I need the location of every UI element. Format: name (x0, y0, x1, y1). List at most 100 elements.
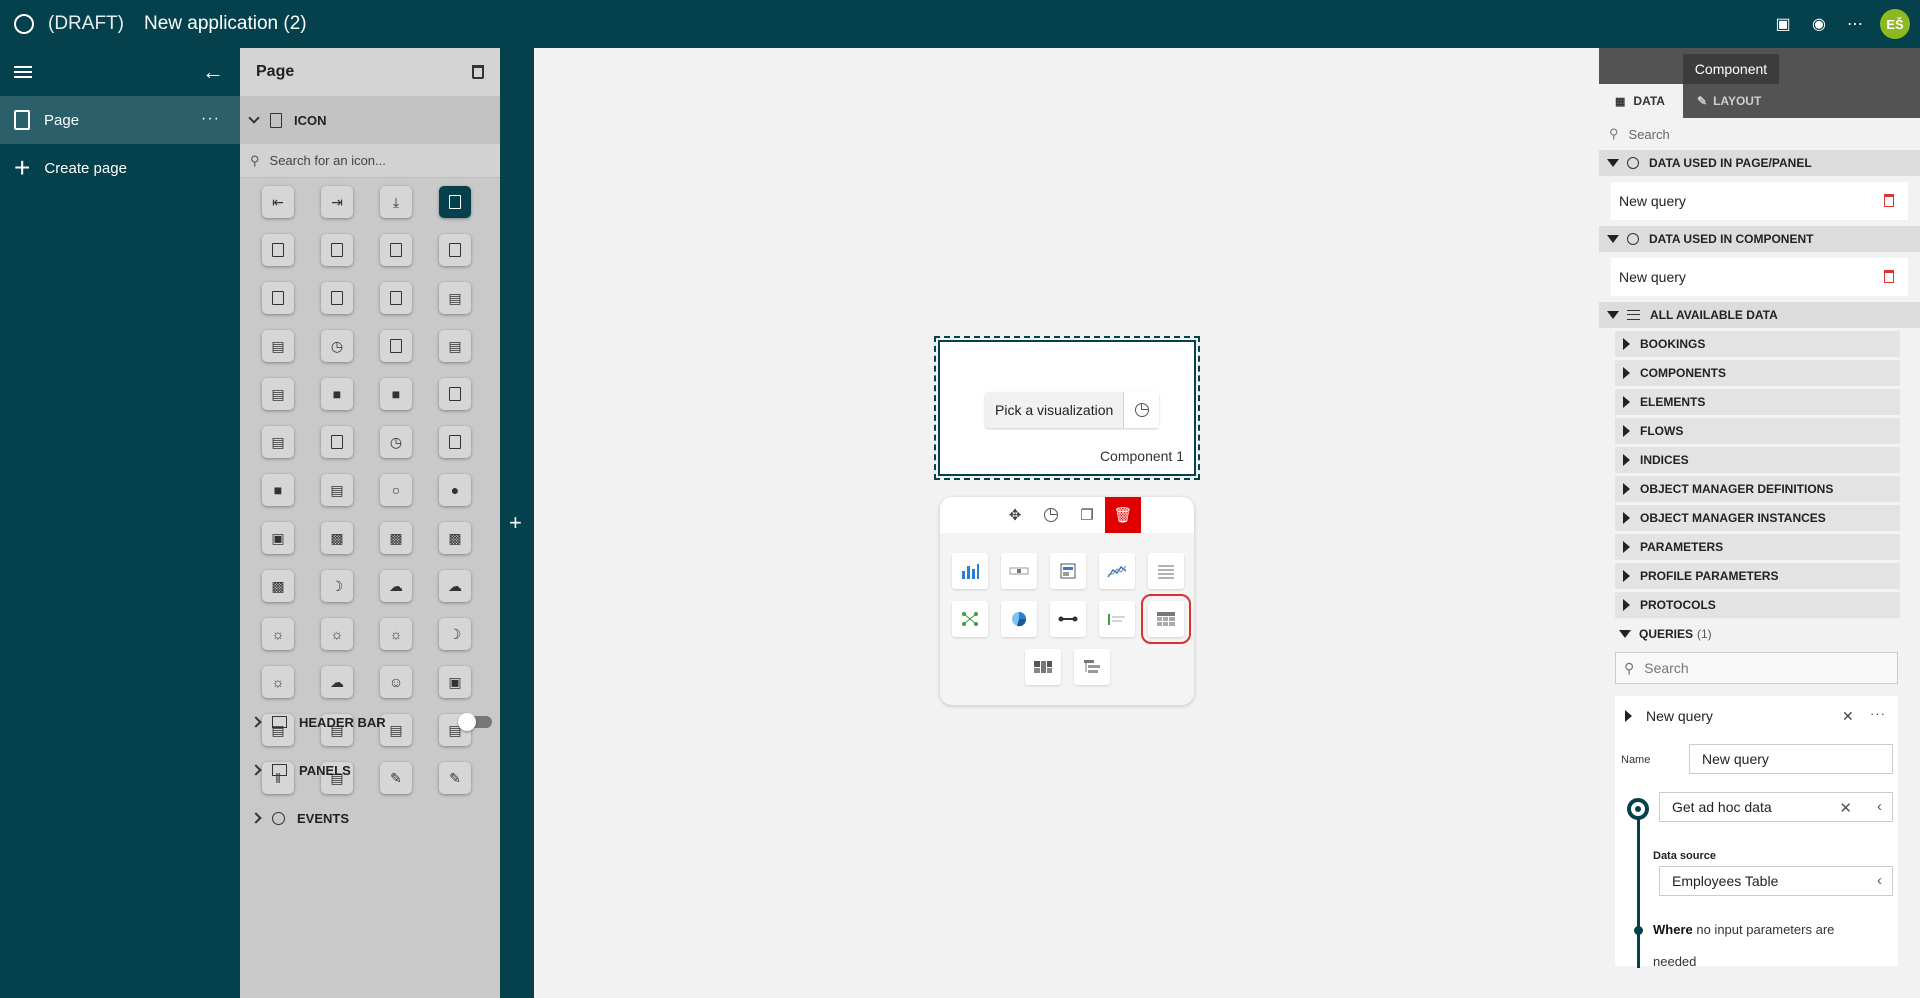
chevron-left-icon[interactable]: ‹ (1877, 798, 1882, 815)
icon-option[interactable]: ☼ (380, 618, 412, 650)
icon-option[interactable] (439, 186, 471, 218)
icon-option[interactable]: ■ (380, 378, 412, 410)
icon-option[interactable]: ☁ (380, 570, 412, 602)
icon-option[interactable]: ▣ (262, 522, 294, 554)
icon-option[interactable]: ▤ (262, 378, 294, 410)
query-more-icon[interactable]: ··· (1870, 706, 1886, 721)
create-page-button[interactable]: + Create page (0, 144, 240, 192)
icon-option[interactable]: ☁ (321, 666, 353, 698)
node-edge-viz-icon[interactable] (952, 601, 988, 637)
icon-option[interactable] (321, 282, 353, 314)
icon-option[interactable]: ☽ (439, 618, 471, 650)
icon-option[interactable]: ▩ (439, 522, 471, 554)
data-category-item[interactable]: FLOWS (1615, 418, 1900, 444)
delete-component-icon[interactable]: 🗑 (1105, 497, 1141, 533)
icon-option[interactable] (439, 378, 471, 410)
bar-chart-viz-icon[interactable] (952, 553, 988, 589)
icon-search-input[interactable]: ⚲ Search for an icon... (240, 144, 500, 178)
icon-option[interactable] (439, 426, 471, 458)
delete-query-icon[interactable] (1884, 194, 1894, 207)
icon-option[interactable]: ◷ (321, 330, 353, 362)
icon-option[interactable]: ⤓ (380, 186, 412, 218)
list-viz-icon[interactable] (1148, 553, 1184, 589)
data-category-item[interactable]: INDICES (1615, 447, 1900, 473)
icon-option[interactable] (439, 234, 471, 266)
publish-icon[interactable]: ▣ (1772, 13, 1794, 35)
tree-viz-icon[interactable] (1074, 649, 1110, 685)
app-icon[interactable] (14, 14, 34, 34)
icon-option[interactable]: ■ (321, 378, 353, 410)
icon-option[interactable]: ☼ (262, 618, 294, 650)
section-data-used-in-page[interactable]: DATA USED IN PAGE/PANEL (1599, 150, 1920, 176)
icon-option[interactable]: ☼ (262, 666, 294, 698)
query-name-input[interactable]: New query (1689, 744, 1893, 774)
line-connector-viz-icon[interactable] (1050, 601, 1086, 637)
icon-option[interactable]: ▤ (439, 330, 471, 362)
data-category-item[interactable]: PARAMETERS (1615, 534, 1900, 560)
icon-option[interactable] (321, 426, 353, 458)
icon-section-header[interactable]: ICON (240, 96, 500, 144)
events-section[interactable]: EVENTS (240, 794, 500, 842)
unpin-icon[interactable]: ✕ (1842, 708, 1860, 724)
icon-option[interactable] (380, 330, 412, 362)
icon-option[interactable]: ▩ (380, 522, 412, 554)
queries-search-input[interactable]: ⚲ Search (1615, 652, 1898, 684)
duplicate-icon[interactable]: ❐ (1069, 497, 1105, 533)
icon-option[interactable]: ▤ (439, 282, 471, 314)
data-category-item[interactable]: ELEMENTS (1615, 389, 1900, 415)
delete-query-icon[interactable] (1884, 270, 1894, 283)
header-bar-toggle[interactable] (458, 713, 492, 731)
icon-option[interactable] (380, 234, 412, 266)
icon-option[interactable]: ☽ (321, 570, 353, 602)
hamburger-menu-icon[interactable] (14, 66, 32, 78)
more-options-icon[interactable]: ⋯ (1844, 13, 1866, 35)
page-query-item[interactable]: New query (1611, 182, 1908, 220)
section-all-available-data[interactable]: ALL AVAILABLE DATA (1599, 302, 1920, 328)
panels-section[interactable]: PANELS (240, 746, 500, 794)
tab-data[interactable]: ▦ DATA (1599, 84, 1683, 118)
queries-section-header[interactable]: QUERIES (1) (1599, 622, 1920, 646)
icon-option[interactable]: ⇥ (321, 186, 353, 218)
preview-icon[interactable]: ◉ (1808, 13, 1830, 35)
tab-layout[interactable]: ✎ LAYOUT (1683, 84, 1779, 118)
chevron-left-icon[interactable]: ‹ (1877, 872, 1882, 889)
icon-option[interactable]: ◷ (380, 426, 412, 458)
nav-item-page[interactable]: Page ··· (0, 96, 240, 144)
page-more-icon[interactable]: ··· (201, 110, 220, 128)
icon-option[interactable]: ⇤ (262, 186, 294, 218)
data-category-item[interactable]: BOOKINGS (1615, 331, 1900, 357)
icon-option[interactable]: ▤ (321, 474, 353, 506)
icon-option[interactable]: ▩ (321, 522, 353, 554)
section-data-used-in-component[interactable]: DATA USED IN COMPONENT (1599, 226, 1920, 252)
delete-page-icon[interactable] (472, 65, 484, 79)
web-viz-icon[interactable] (1050, 553, 1086, 589)
query-step-select[interactable]: Get ad hoc data ✕ ‹ (1659, 792, 1893, 822)
user-avatar[interactable]: EŠ (1880, 9, 1910, 39)
icon-option[interactable]: ☁ (439, 570, 471, 602)
slider-viz-icon[interactable] (1001, 553, 1037, 589)
table-viz-icon[interactable] (1141, 594, 1191, 644)
pie-chart-viz-icon[interactable] (1001, 601, 1037, 637)
visualization-picker-icon[interactable] (1123, 392, 1160, 428)
icon-option[interactable] (262, 282, 294, 314)
visualization-icon[interactable] (1033, 497, 1069, 533)
add-panel-icon[interactable]: + (509, 512, 522, 534)
parameter-feed-viz-icon[interactable] (1099, 601, 1135, 637)
icon-option[interactable]: ▤ (262, 426, 294, 458)
pick-visualization-button[interactable]: Pick a visualization (985, 392, 1160, 428)
data-category-item[interactable]: PROTOCOLS (1615, 592, 1900, 618)
datasource-select[interactable]: Employees Table ‹ (1659, 866, 1893, 896)
grid-viz-icon[interactable] (1025, 649, 1061, 685)
icon-option[interactable]: ☼ (321, 618, 353, 650)
data-category-item[interactable]: PROFILE PARAMETERS (1615, 563, 1900, 589)
app-name[interactable]: New application (2) (144, 13, 307, 35)
icon-option[interactable]: ☺ (380, 666, 412, 698)
icon-option[interactable] (321, 234, 353, 266)
icon-option[interactable]: ▣ (439, 666, 471, 698)
icon-option[interactable]: ▩ (262, 570, 294, 602)
icon-option[interactable] (262, 234, 294, 266)
query-card-header[interactable]: New query ✕ ··· (1615, 696, 1898, 736)
back-arrow-icon[interactable]: ← (202, 61, 224, 83)
data-category-item[interactable]: OBJECT MANAGER INSTANCES (1615, 505, 1900, 531)
header-bar-section[interactable]: HEADER BAR (240, 698, 500, 746)
